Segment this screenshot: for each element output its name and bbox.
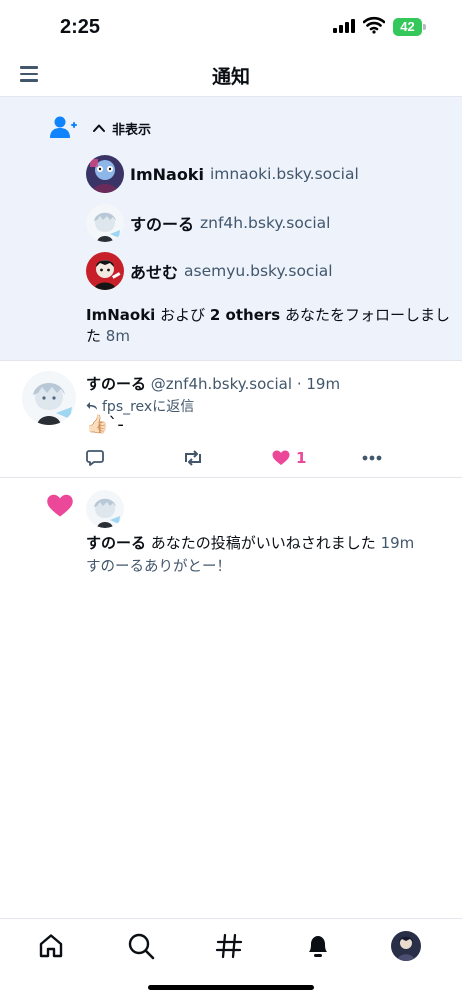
follower-row[interactable]: すのーる znf4h.bsky.social bbox=[86, 204, 330, 242]
like-action: あなたの投稿がいいねされました bbox=[150, 534, 376, 552]
like-notification[interactable]: すのーる あなたの投稿がいいねされました 19m すのーるありがとー！ bbox=[0, 478, 462, 588]
reply-notification[interactable]: すのーる @znf4h.bsky.social · 19m fps_rexに返信… bbox=[0, 361, 462, 478]
reply-button[interactable] bbox=[86, 447, 104, 469]
header: 通知 bbox=[0, 56, 462, 97]
follower-row[interactable]: ImNaoki imnaoki.bsky.social bbox=[86, 155, 359, 193]
status-time: 2:25 bbox=[60, 16, 101, 38]
reply-separator: · bbox=[296, 375, 302, 393]
avatar[interactable] bbox=[391, 931, 421, 961]
reply-header: すのーる @znf4h.bsky.social · 19m bbox=[86, 373, 340, 394]
follow-notification[interactable]: 非表示 ImNaoki imnaoki.bsky.social すのーる znf… bbox=[0, 97, 462, 361]
reply-arrow-icon bbox=[86, 402, 97, 410]
summary-connector: および bbox=[160, 306, 206, 324]
follow-summary: ImNaoki および 2 others あなたをフォローしました 8m bbox=[86, 305, 458, 347]
more-button[interactable] bbox=[362, 447, 382, 469]
search-icon[interactable] bbox=[126, 931, 156, 961]
summary-time: 8m bbox=[105, 327, 130, 345]
battery-icon: 42 bbox=[393, 18, 427, 36]
like-count: 1 bbox=[296, 449, 307, 467]
wifi-icon bbox=[363, 16, 385, 34]
liked-post-text[interactable]: すのーるありがとー！ bbox=[86, 555, 231, 576]
hide-toggle-label: 非表示 bbox=[112, 122, 152, 138]
reply-to[interactable]: fps_rexに返信 bbox=[86, 396, 194, 416]
chevron-up-icon bbox=[93, 124, 105, 132]
like-author-name: すのーる bbox=[86, 534, 147, 552]
follower-handle: znf4h.bsky.social bbox=[200, 214, 331, 232]
like-summary: すのーる あなたの投稿がいいねされました 19m bbox=[86, 533, 414, 554]
reply-body: 👍🏻`- bbox=[86, 414, 124, 435]
hide-toggle[interactable]: 非表示 bbox=[92, 119, 152, 138]
follower-handle: imnaoki.bsky.social bbox=[209, 165, 359, 183]
avatar[interactable] bbox=[86, 490, 124, 528]
heart-icon bbox=[47, 494, 73, 517]
home-indicator[interactable] bbox=[148, 985, 314, 990]
reply-to-label: fps_rexに返信 bbox=[102, 399, 195, 415]
battery-level: 42 bbox=[400, 19, 415, 34]
status-bar: 2:25 42 bbox=[0, 0, 462, 56]
heart-icon bbox=[272, 450, 290, 465]
reply-author-handle[interactable]: @znf4h.bsky.social bbox=[151, 375, 292, 393]
follower-handle: asemyu.bsky.social bbox=[184, 262, 333, 280]
follower-name: あせむ bbox=[130, 263, 179, 282]
reply-time: 19m bbox=[306, 375, 341, 393]
avatar[interactable] bbox=[22, 371, 76, 425]
follower-name: すのーる bbox=[130, 215, 195, 234]
post-actions: 1 bbox=[86, 447, 386, 469]
avatar[interactable] bbox=[86, 204, 124, 242]
hashtag-icon[interactable] bbox=[214, 931, 244, 961]
follower-row[interactable]: あせむ asemyu.bsky.social bbox=[86, 252, 333, 290]
page-title: 通知 bbox=[211, 66, 250, 88]
summary-others: 2 others bbox=[209, 306, 281, 324]
like-button[interactable]: 1 bbox=[272, 447, 306, 469]
person-add-icon bbox=[50, 116, 77, 138]
follower-name: ImNaoki bbox=[130, 164, 204, 184]
ellipsis-icon bbox=[362, 455, 382, 461]
avatar[interactable] bbox=[86, 252, 124, 290]
cellular-signal-icon bbox=[333, 19, 355, 33]
bell-icon[interactable] bbox=[303, 931, 333, 961]
like-time: 19m bbox=[380, 534, 415, 552]
avatar[interactable] bbox=[86, 155, 124, 193]
reply-author-name[interactable]: すのーる bbox=[86, 375, 146, 393]
home-icon[interactable] bbox=[36, 931, 66, 961]
comment-icon bbox=[86, 450, 104, 466]
repost-icon bbox=[185, 450, 201, 466]
repost-button[interactable] bbox=[182, 447, 204, 469]
summary-name: ImNaoki bbox=[86, 306, 156, 324]
